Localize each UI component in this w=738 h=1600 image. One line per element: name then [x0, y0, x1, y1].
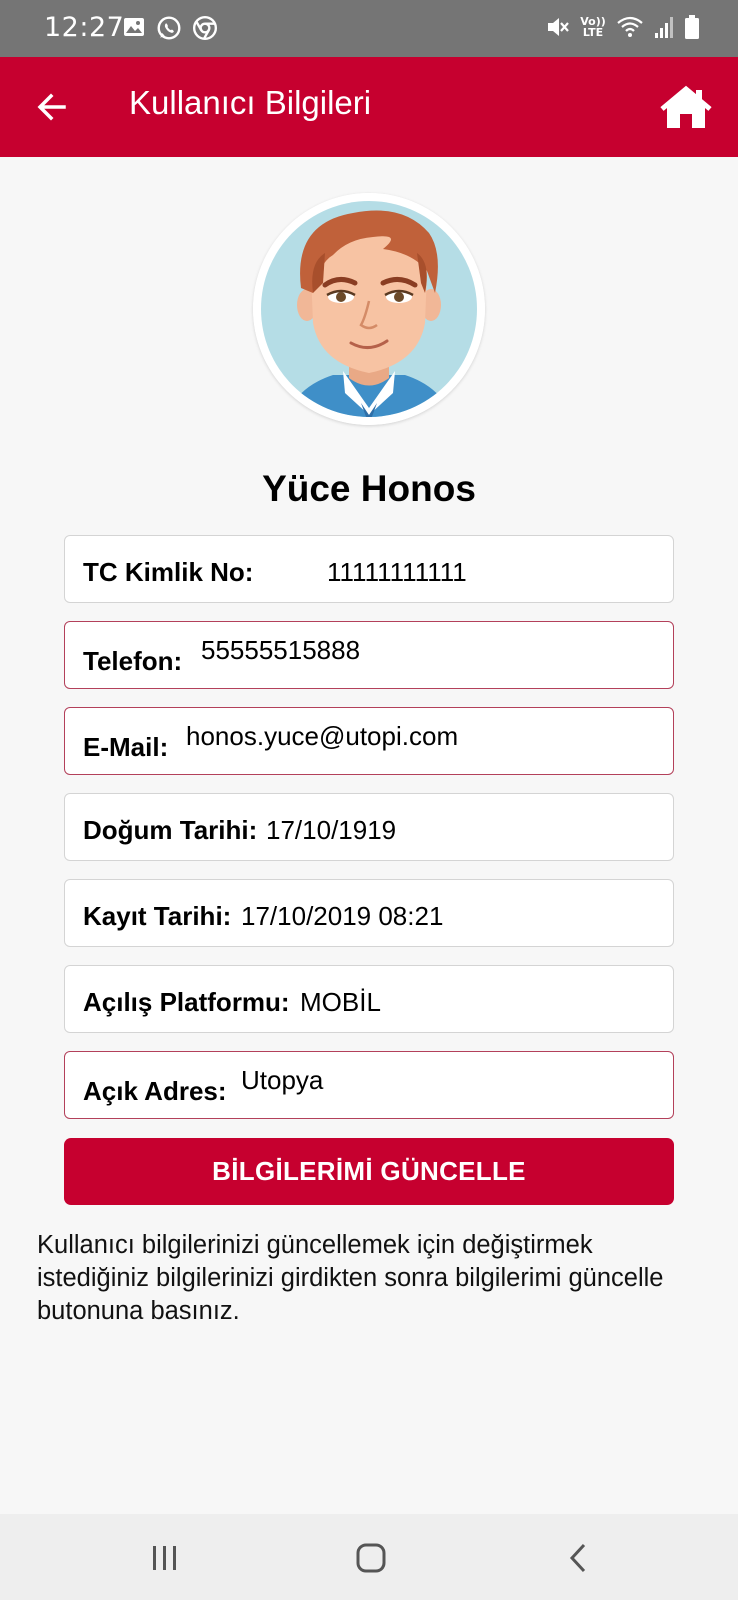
info-text: Kullanıcı bilgilerinizi güncellemek için… — [37, 1231, 664, 1325]
page-title: Kullanıcı Bilgileri — [129, 84, 372, 121]
home-button[interactable] — [658, 79, 714, 135]
mute-icon — [548, 18, 569, 36]
signal-icon — [655, 17, 673, 38]
phone-field[interactable]: Telefon: 55555515888 — [64, 621, 674, 689]
address-input[interactable]: Utopya — [241, 1065, 323, 1096]
back-button[interactable] — [30, 85, 74, 129]
email-input[interactable]: honos.yuce@utopi.com — [186, 721, 458, 752]
platform-field: Açılış Platformu: MOBİL — [64, 965, 674, 1033]
tc-kimlik-label: TC Kimlik No: — [83, 557, 254, 587]
gallery-icon — [124, 18, 144, 36]
volte-icon: Vo)) LTE — [580, 16, 606, 38]
avatar — [253, 193, 485, 425]
address-field[interactable]: Açık Adres: Utopya — [64, 1051, 674, 1119]
app-bar: Kullanıcı Bilgileri — [0, 57, 738, 157]
birth-date-label: Doğum Tarihi: — [83, 815, 258, 845]
email-label: E-Mail: — [83, 732, 169, 762]
volte-label: Vo)) LTE — [580, 15, 606, 39]
home-icon — [660, 85, 712, 128]
battery-icon — [685, 15, 699, 39]
wifi-icon — [617, 16, 643, 37]
birth-date-field: Doğum Tarihi: 17/10/1919 — [64, 793, 674, 861]
back-nav-icon — [569, 1543, 586, 1573]
navigation-bar — [0, 1514, 738, 1600]
status-notification-icons — [122, 15, 218, 41]
update-info-button[interactable]: BİLGİLERİMİ GÜNCELLE — [64, 1138, 674, 1205]
status-time: 12:27 — [44, 12, 125, 43]
birth-date-value: 17/10/1919 — [266, 815, 397, 845]
platform-label: Açılış Platformu: — [83, 987, 290, 1017]
chrome-icon — [192, 15, 218, 41]
recent-apps-button[interactable] — [143, 1536, 187, 1580]
user-avatar-image — [253, 193, 485, 425]
home-nav-icon — [356, 1543, 386, 1573]
recent-apps-icon — [153, 1546, 176, 1570]
platform-value: MOBİL — [300, 987, 381, 1017]
status-system-icons: Vo)) LTE — [546, 14, 700, 40]
status-bar: 12:27 Vo)) LTE — [0, 0, 738, 57]
whatsapp-icon — [157, 16, 181, 40]
tc-kimlik-field: TC Kimlik No: 11111111111 — [64, 535, 674, 603]
home-nav-button[interactable] — [349, 1536, 393, 1580]
phone-input[interactable]: 55555515888 — [201, 635, 360, 666]
user-name: Yüce Honos — [262, 468, 476, 509]
email-field[interactable]: E-Mail: honos.yuce@utopi.com — [64, 707, 674, 775]
address-label: Açık Adres: — [83, 1076, 227, 1106]
registration-date-value: 17/10/2019 08:21 — [241, 901, 444, 931]
arrow-left-icon — [37, 93, 66, 121]
registration-date-label: Kayıt Tarihi: — [83, 901, 232, 931]
registration-date-field: Kayıt Tarihi: 17/10/2019 08:21 — [64, 879, 674, 947]
back-nav-button[interactable] — [556, 1536, 600, 1580]
phone-label: Telefon: — [83, 646, 183, 676]
tc-kimlik-value: 11111111111 — [327, 557, 467, 587]
